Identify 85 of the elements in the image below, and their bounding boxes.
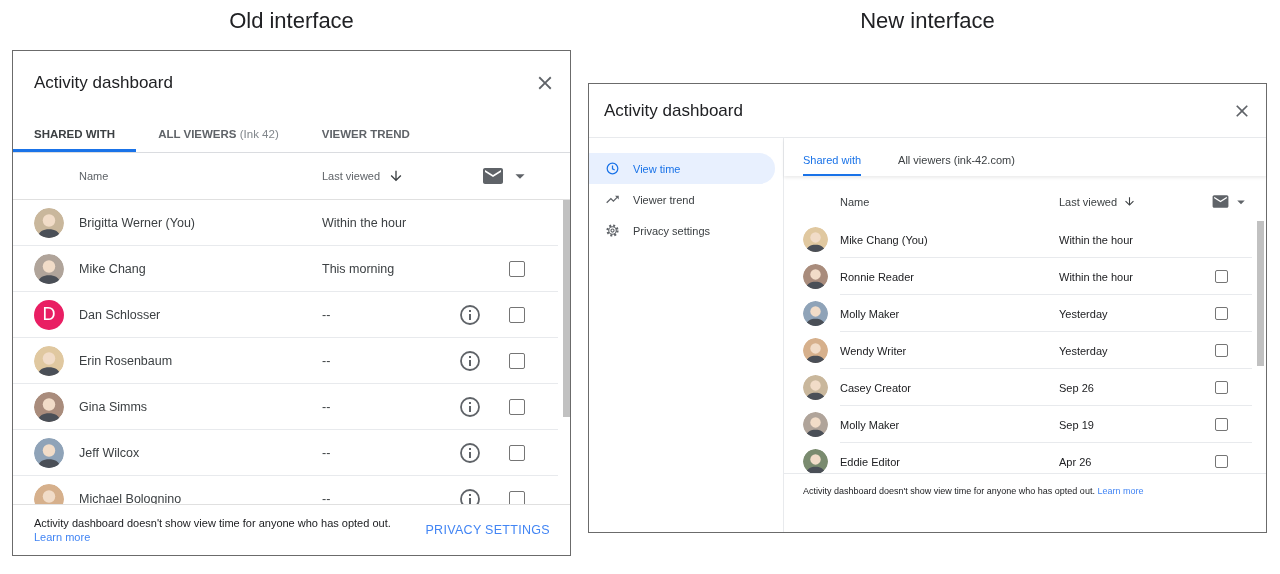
person-name: Molly Maker <box>840 418 901 431</box>
avatar-icon <box>803 375 828 400</box>
person-name: Mike Chang <box>79 261 147 276</box>
checkbox[interactable] <box>509 352 525 369</box>
checkbox[interactable] <box>509 444 525 461</box>
info-icon[interactable] <box>458 348 482 373</box>
caption-text: Old interface <box>228 7 355 35</box>
learn-more-link[interactable]: Learn more <box>1097 486 1144 496</box>
last-viewed-text: Apr 26 <box>1059 455 1093 468</box>
avatar-icon <box>34 253 64 284</box>
person-name: Gina Simms <box>79 399 149 414</box>
avatar-icon <box>803 338 828 363</box>
info-icon[interactable] <box>458 394 482 419</box>
scrollbar[interactable] <box>563 200 570 417</box>
avatar-icon <box>34 391 64 422</box>
checkbox[interactable] <box>1214 455 1228 468</box>
last-viewed-text: -- <box>322 307 332 322</box>
person-name: Molly Maker <box>840 307 901 320</box>
gear-icon <box>605 223 620 238</box>
checkbox[interactable] <box>509 260 525 277</box>
sidebar-item[interactable]: Privacy settings <box>589 215 775 246</box>
mail-icon[interactable] <box>1211 192 1230 211</box>
privacy-settings-button[interactable]: PRIVACY SETTINGS <box>425 517 550 543</box>
person-name: Eddie Editor <box>840 455 901 468</box>
checkbox[interactable] <box>1214 307 1228 320</box>
avatar-icon <box>803 449 828 473</box>
tab[interactable]: SHARED WITH <box>13 119 137 152</box>
person-name: Ronnie Reader <box>840 270 915 283</box>
sidebar-item[interactable]: Viewer trend <box>589 184 775 215</box>
dialog-title: Activity dashboard <box>34 73 173 93</box>
last-viewed-text: This morning <box>322 261 396 276</box>
scrollbar[interactable] <box>1257 221 1264 366</box>
last-viewed-text: -- <box>322 491 332 504</box>
column-header[interactable]: Last viewed <box>322 170 381 182</box>
info-icon[interactable] <box>458 302 482 327</box>
last-viewed-text: Yesterday <box>1059 344 1109 357</box>
learn-more-link[interactable]: Learn more <box>34 531 91 543</box>
avatar-icon: D <box>34 299 64 330</box>
tab[interactable]: VIEWER TREND <box>300 119 431 152</box>
clock-icon <box>605 161 620 176</box>
tab[interactable]: Shared with <box>803 150 862 176</box>
person-name: Brigitta Werner (You) <box>79 215 197 230</box>
avatar-icon <box>34 345 64 376</box>
column-header: Name <box>79 170 110 182</box>
info-icon[interactable] <box>458 486 482 504</box>
avatar-icon <box>803 264 828 289</box>
tab[interactable]: All viewers (ink-42.com) <box>898 150 1015 176</box>
avatar-icon <box>34 483 64 504</box>
last-viewed-text: Within the hour <box>322 215 408 230</box>
caption-text: New interface <box>859 7 996 35</box>
last-viewed-text: Within the hour <box>1059 270 1134 283</box>
avatar-icon <box>34 437 64 468</box>
sort-arrow-icon[interactable] <box>1123 195 1137 208</box>
person-name: Dan Schlosser <box>79 307 162 322</box>
last-viewed-text: Within the hour <box>1059 233 1134 246</box>
column-header[interactable]: Last viewed <box>1059 195 1118 208</box>
dialog-title: Activity dashboard <box>604 100 743 121</box>
person-name: Jeff Wilcox <box>79 445 141 460</box>
checkbox[interactable] <box>1214 344 1228 357</box>
avatar-icon <box>803 412 828 437</box>
tab[interactable]: ALL VIEWERS (Ink 42) <box>137 119 300 152</box>
checkbox[interactable] <box>509 490 525 504</box>
notice-text: Activity dashboard doesn't show view time for anyone who has opted out. <box>803 486 1095 496</box>
checkbox[interactable] <box>509 398 525 415</box>
last-viewed-text: Sep 19 <box>1059 418 1095 431</box>
person-name: Wendy Writer <box>840 344 908 357</box>
info-icon[interactable] <box>458 440 482 465</box>
person-name: Mike Chang (You) <box>840 233 929 246</box>
last-viewed-text: -- <box>322 353 332 368</box>
last-viewed-text: -- <box>322 445 332 460</box>
last-viewed-text: -- <box>322 399 332 414</box>
checkbox[interactable] <box>1214 418 1228 431</box>
last-viewed-text: Yesterday <box>1059 307 1109 320</box>
checkbox[interactable] <box>509 306 525 323</box>
person-name: Casey Creator <box>840 381 912 394</box>
last-viewed-text: Sep 26 <box>1059 381 1095 394</box>
avatar-icon <box>34 207 64 238</box>
avatar-icon <box>803 227 828 252</box>
checkbox[interactable] <box>1214 270 1228 283</box>
notice-text: Activity dashboard doesn't show view time for anyone who has opted out. <box>34 517 391 529</box>
sidebar-item[interactable]: View time <box>589 153 775 184</box>
checkbox[interactable] <box>1214 381 1228 394</box>
avatar-icon <box>803 301 828 326</box>
column-header: Name <box>840 195 871 208</box>
person-name: Erin Rosenbaum <box>79 353 174 368</box>
